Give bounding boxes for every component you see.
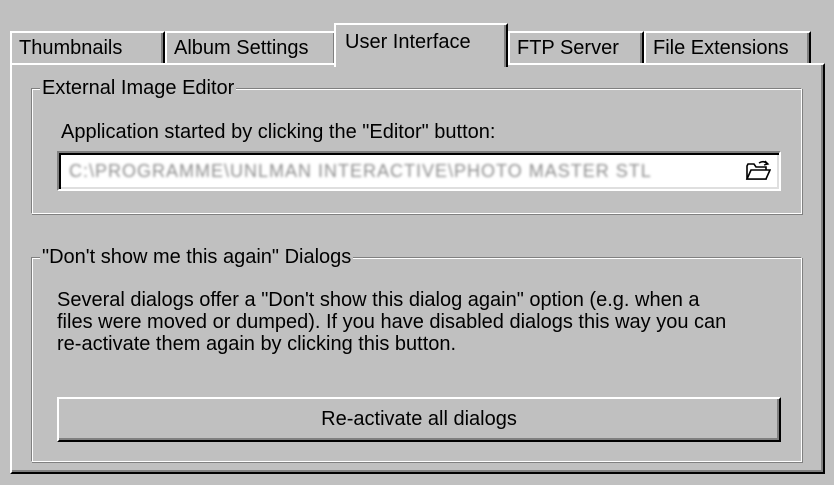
tab-thumbnails[interactable]: Thumbnails [10, 31, 165, 65]
external-image-editor-group-title: External Image Editor [40, 76, 237, 100]
dialogs-group-title: "Don't show me this again" Dialogs [40, 245, 354, 269]
editor-application-label: Application started by clicking the "Edi… [61, 121, 496, 143]
dialogs-description-line: re-activate them again by clicking this … [57, 333, 457, 355]
browse-editor-button[interactable] [745, 159, 771, 183]
tab-file-extensions[interactable]: File Extensions [644, 31, 811, 65]
preferences-dialog: { "tabs": [ { "label": "Thumbnails", "ac… [0, 0, 834, 485]
tab-album-settings[interactable]: Album Settings [165, 31, 337, 65]
open-folder-icon [745, 160, 771, 180]
tab-ftp-server[interactable]: FTP Server [508, 31, 644, 65]
reactivate-dialogs-button[interactable]: Re-activate all dialogs [57, 397, 781, 442]
editor-path-field[interactable]: C:\PROGRAMME\UNLMAN INTERACTIVE\PHOTO MA… [57, 151, 781, 191]
dialogs-description: Several dialogs offer a "Don't show this… [57, 289, 792, 355]
dialogs-description-line: Several dialogs offer a "Don't show this… [57, 289, 700, 311]
dialogs-description-line: files were moved or dumped). If you have… [57, 311, 727, 333]
tab-strip: Thumbnails Album Settings FTP Server Fil… [10, 23, 824, 67]
editor-path-value: C:\PROGRAMME\UNLMAN INTERACTIVE\PHOTO MA… [69, 161, 652, 181]
tab-user-interface[interactable]: User Interface [334, 23, 508, 67]
